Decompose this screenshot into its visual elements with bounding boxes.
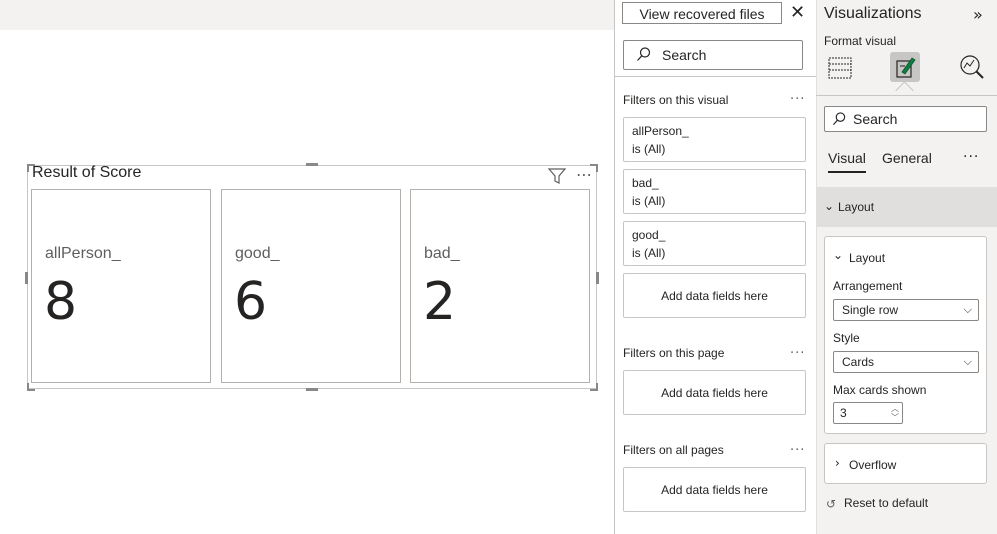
visualizations-title: Visualizations (824, 5, 922, 22)
card-label: allPerson_ (45, 245, 121, 262)
tab-general[interactable]: General (882, 150, 932, 166)
filter-card[interactable]: good_ is (All) (623, 221, 806, 266)
layout-group-header[interactable]: ⌄ Layout (816, 187, 997, 227)
visualizations-search-input[interactable]: Search (824, 106, 987, 132)
chevron-right-icon: › (835, 456, 840, 470)
filter-field-name: bad_ (632, 176, 659, 190)
style-value: Cards (842, 355, 875, 369)
overflow-label: Overflow (849, 458, 897, 472)
more-options-icon[interactable]: ··· (790, 443, 805, 458)
more-options-icon[interactable]: ⋯ (576, 165, 596, 185)
filters-on-visual-heading: Filters on this visual (623, 93, 729, 107)
filters-on-all-pages-heading: Filters on all pages (623, 443, 724, 457)
style-dropdown[interactable]: Cards ⌵ (833, 351, 979, 373)
search-placeholder: Search (853, 111, 898, 127)
max-cards-label: Max cards shown (833, 383, 927, 397)
chevron-down-icon: ⌵ (963, 355, 972, 368)
layout-group-label: Layout (838, 200, 875, 214)
resize-handle[interactable] (596, 272, 599, 284)
arrangement-value: Single row (842, 303, 899, 317)
chevron-down-icon: ⌵ (963, 303, 972, 316)
stepper-arrows-icon[interactable]: ︿ ﹀ (891, 404, 899, 422)
filter-state: is (All) (632, 194, 666, 208)
filter-field-name: allPerson_ (632, 124, 689, 138)
resize-handle[interactable] (25, 272, 28, 284)
resize-handle[interactable] (596, 383, 598, 391)
analytics-icon[interactable] (957, 52, 987, 82)
view-recovered-files-button[interactable]: View recovered files (622, 2, 782, 24)
max-cards-value: 3 (840, 406, 847, 420)
search-placeholder: Search (662, 47, 707, 63)
layout-card: ⌄ Layout Arrangement Single row ⌵ Style … (824, 236, 987, 434)
card-value: 2 (423, 272, 457, 332)
filter-card[interactable]: bad_ is (All) (623, 169, 806, 214)
filters-search-input[interactable]: Search (623, 40, 803, 70)
search-icon (832, 111, 847, 130)
card-label: bad_ (424, 245, 460, 262)
multi-row-card-item: good_ 6 (221, 189, 401, 383)
resize-handle[interactable] (306, 163, 318, 166)
search-icon (636, 46, 652, 66)
filter-icon[interactable] (547, 167, 568, 187)
filters-on-page-heading: Filters on this page (623, 346, 725, 360)
format-visual-icon[interactable] (890, 52, 920, 82)
filter-card[interactable]: allPerson_ is (All) (623, 117, 806, 162)
card-value: 8 (44, 272, 78, 332)
layout-card-heading: Layout (849, 251, 886, 265)
divider (615, 76, 816, 77)
add-data-fields-drop-zone[interactable]: Add data fields here (623, 370, 806, 415)
visual-title: Result of Score (32, 164, 142, 181)
multi-row-card-item: bad_ 2 (410, 189, 590, 383)
format-visual-label: Format visual (824, 34, 897, 48)
multi-row-card-item: allPerson_ 8 (31, 189, 211, 383)
more-options-icon[interactable]: ··· (790, 346, 805, 361)
filter-state: is (All) (632, 142, 666, 156)
canvas-top-bar (0, 0, 615, 30)
resize-handle[interactable] (27, 383, 29, 391)
arrangement-dropdown[interactable]: Single row ⌵ (833, 299, 979, 321)
resize-handle[interactable] (596, 164, 598, 172)
chevron-down-icon: ⌄ (824, 199, 835, 213)
resize-handle[interactable] (306, 388, 318, 391)
more-options-icon[interactable]: ··· (963, 149, 979, 165)
arrangement-label: Arrangement (833, 279, 903, 293)
tab-visual[interactable]: Visual (828, 150, 866, 166)
resize-handle[interactable] (27, 164, 29, 172)
add-data-fields-drop-zone[interactable]: Add data fields here (623, 273, 806, 318)
card-label: good_ (235, 245, 280, 262)
overflow-card[interactable]: › Overflow (824, 443, 987, 484)
filter-state: is (All) (632, 246, 666, 260)
filter-field-name: good_ (632, 228, 666, 242)
style-label: Style (833, 331, 860, 345)
max-cards-stepper[interactable]: 3 ︿ ﹀ (833, 402, 903, 424)
collapse-pane-icon[interactable]: » (973, 5, 983, 24)
chevron-down-icon[interactable]: ⌄ (833, 248, 843, 262)
more-options-icon[interactable]: ··· (790, 92, 805, 107)
reset-to-default-button[interactable]: Reset to default (844, 496, 928, 510)
add-data-fields-drop-zone[interactable]: Add data fields here (623, 467, 806, 512)
card-value: 6 (234, 272, 268, 332)
reset-icon: ↺ (826, 497, 837, 511)
build-visual-icon[interactable] (826, 52, 856, 82)
divider (816, 95, 997, 96)
close-icon[interactable]: ✕ (790, 4, 808, 22)
active-tab-indicator (828, 171, 866, 173)
